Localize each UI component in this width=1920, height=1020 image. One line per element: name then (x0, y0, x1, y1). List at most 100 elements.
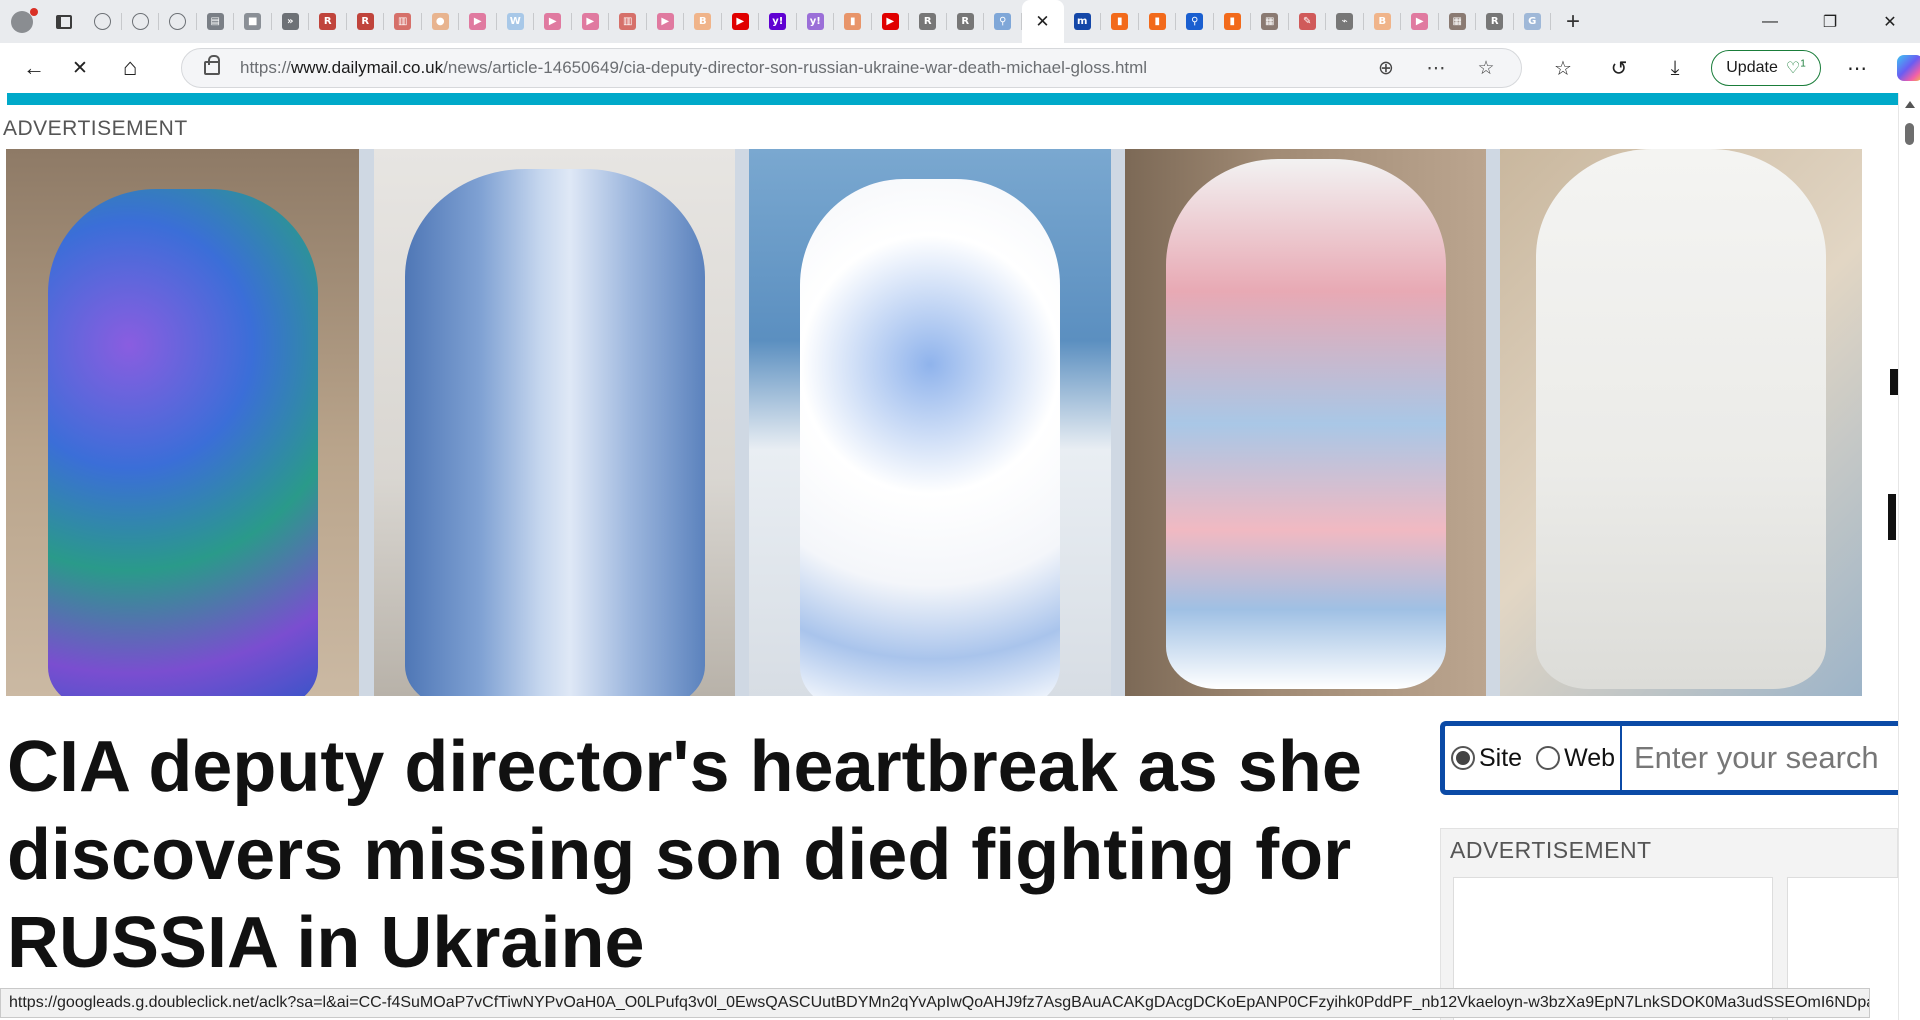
browser-tab[interactable]: B (684, 0, 722, 43)
tab-list: ▤ ■ » R R ▥ ● ▶ W ▶ ▶ ▥ ▶ B ▶ y! y! ▮ ▶ R R ⚲ ✕ m ▮ ▮ ⚲ ▮ ▦ ✎ ⌁ B ▶ ▦ R G (84, 0, 1551, 43)
page-scrollbar[interactable] (1898, 93, 1920, 1020)
site-accent-bar (7, 93, 1898, 105)
settings-more-button[interactable]: ⋯ (1829, 48, 1885, 88)
search-input[interactable]: Enter your search (1620, 721, 1898, 795)
close-window-button[interactable]: ✕ (1860, 0, 1920, 43)
ad-product-image[interactable] (374, 149, 735, 696)
browser-tab[interactable]: ▥ (384, 0, 422, 43)
favorites-button[interactable]: ☆ (1535, 48, 1591, 88)
browser-tab[interactable]: ▶ (647, 0, 685, 43)
reader-mode-icon[interactable]: ⋯ (1411, 57, 1461, 80)
tab-actions-button[interactable] (44, 0, 84, 43)
browser-tab[interactable]: ▶ (459, 0, 497, 43)
link-status-bar: https://googleads.g.doubleclick.net/aclk… (0, 988, 1870, 1018)
site-search-box: Site Web Enter your search (1440, 721, 1898, 795)
new-tab-button[interactable]: + (1551, 0, 1595, 43)
browser-tab[interactable]: G (1514, 0, 1552, 43)
url-text[interactable]: https://www.dailymail.co.uk/news/article… (240, 58, 1147, 78)
add-favorite-star-icon[interactable]: ☆ (1461, 57, 1511, 80)
browser-tab[interactable]: ▦ (1251, 0, 1289, 43)
profile-button[interactable] (0, 0, 44, 43)
r-logo-icon: R (356, 13, 374, 30)
scroll-up-arrow-icon[interactable] (1905, 101, 1915, 108)
update-label: Update (1726, 59, 1778, 76)
browser-tab[interactable]: ✎ (1289, 0, 1327, 43)
browser-tab[interactable]: ▤ (197, 0, 235, 43)
browser-tab[interactable]: ⌁ (1326, 0, 1364, 43)
ad-product-image[interactable] (1125, 149, 1486, 696)
browser-tab[interactable]: ▶ (534, 0, 572, 43)
browser-tab[interactable]: R (347, 0, 385, 43)
browser-tab[interactable]: ▮ (1214, 0, 1252, 43)
browser-tab[interactable]: ⚲ (984, 0, 1022, 43)
browser-tab[interactable] (159, 0, 197, 43)
search-icon: ⚲ (994, 13, 1012, 30)
browser-tab[interactable]: ▶ (722, 0, 760, 43)
tab-strip: ▤ ■ » R R ▥ ● ▶ W ▶ ▶ ▥ ▶ B ▶ y! y! ▮ ▶ R R ⚲ ✕ m ▮ ▮ ⚲ ▮ ▦ ✎ ⌁ B ▶ ▦ R G +… (0, 0, 1920, 43)
bookmark-icon: ▮ (1148, 13, 1166, 30)
browser-tab[interactable]: R (309, 0, 347, 43)
stop-loading-button[interactable]: ✕ (58, 48, 102, 88)
site-info-lock-icon[interactable] (204, 55, 220, 75)
address-bar[interactable]: https://www.dailymail.co.uk/news/article… (181, 48, 1522, 88)
browser-tab[interactable]: ▦ (1439, 0, 1477, 43)
maximize-button[interactable]: ❐ (1800, 0, 1860, 43)
browser-tab[interactable]: ▮ (1139, 0, 1177, 43)
browser-tab[interactable]: ● (422, 0, 460, 43)
browser-tab[interactable]: R (909, 0, 947, 43)
scrollbar-thumb[interactable] (1905, 123, 1914, 145)
yahoo-icon: y! (769, 13, 787, 30)
browser-tab[interactable] (84, 0, 122, 43)
browser-tab[interactable]: R (947, 0, 985, 43)
folder-icon: ■ (244, 13, 262, 30)
browser-tab[interactable]: R (1476, 0, 1514, 43)
update-button[interactable]: Update ♡1 (1711, 50, 1821, 86)
search-site-radio[interactable]: Site (1451, 744, 1522, 773)
close-tab-icon[interactable]: ✕ (1035, 12, 1049, 32)
browser-toolbar: ← ✕ ⌂ https://www.dailymail.co.uk/news/a… (0, 43, 1920, 93)
gallery-next-arrow-icon[interactable] (1890, 369, 1898, 395)
browser-tab[interactable]: W (497, 0, 535, 43)
minimize-button[interactable]: — (1740, 0, 1800, 43)
back-button[interactable]: ← (12, 48, 56, 88)
m-logo-icon: m (1073, 13, 1091, 30)
b-icon: B (1373, 13, 1391, 30)
browser-tab[interactable]: ▶ (872, 0, 910, 43)
browser-tab[interactable]: ⚲ (1176, 0, 1214, 43)
photo-icon: ▦ (1448, 13, 1466, 30)
gallery-next-marker-icon (1888, 494, 1896, 540)
ad-product-image[interactable] (1500, 149, 1862, 696)
search-web-radio[interactable]: Web (1536, 744, 1615, 773)
zoom-icon[interactable]: ⊕ (1361, 57, 1411, 80)
history-button[interactable]: ↺ (1591, 48, 1647, 88)
browser-tab[interactable]: ▥ (609, 0, 647, 43)
advertisement-label: ADVERTISEMENT (3, 117, 188, 140)
downloads-button[interactable]: ⤓ (1647, 48, 1703, 88)
browser-tab[interactable]: y! (759, 0, 797, 43)
browser-tab[interactable]: ▮ (834, 0, 872, 43)
ad-product-image[interactable] (749, 149, 1111, 696)
site-radio-label: Site (1479, 743, 1523, 772)
yahoo-icon: y! (806, 13, 824, 30)
browser-tab[interactable]: y! (797, 0, 835, 43)
browser-tab[interactable]: ▮ (1101, 0, 1139, 43)
browser-tab[interactable]: ▶ (572, 0, 610, 43)
active-tab[interactable]: ✕ (1021, 0, 1064, 43)
brush-icon: ✎ (1298, 13, 1316, 30)
copilot-icon[interactable] (1897, 55, 1920, 81)
ad-product-image[interactable] (6, 149, 359, 696)
browser-tab[interactable]: m (1064, 0, 1102, 43)
browser-tab[interactable]: ■ (234, 0, 272, 43)
play-icon: ▶ (581, 13, 599, 30)
home-button[interactable]: ⌂ (108, 48, 152, 88)
play-icon: ▶ (544, 13, 562, 30)
google-icon: G (1523, 13, 1541, 30)
browser-tab[interactable]: ▶ (1401, 0, 1439, 43)
browser-tab[interactable]: B (1364, 0, 1402, 43)
browser-tab[interactable] (122, 0, 160, 43)
circle-icon: ● (431, 13, 449, 30)
article-headline: CIA deputy director's heartbreak as she … (7, 727, 1362, 983)
browser-tab[interactable]: » (272, 0, 310, 43)
play-icon: ▶ (469, 13, 487, 30)
dress-ad-gallery[interactable] (6, 149, 1862, 696)
